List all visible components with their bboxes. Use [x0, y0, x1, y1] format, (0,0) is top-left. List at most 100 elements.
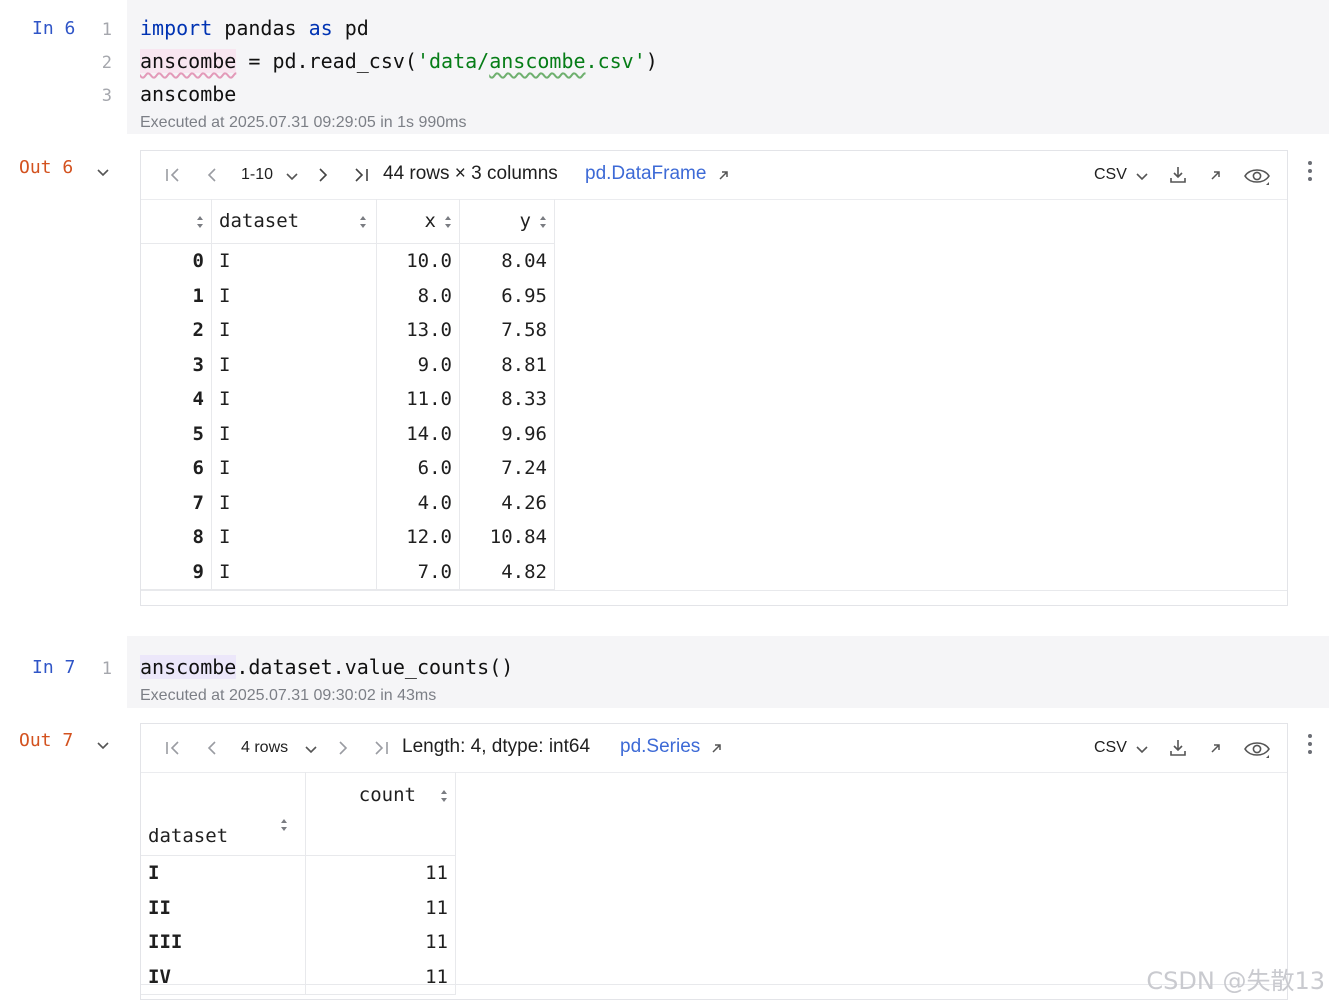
dataframe-output: 1-10 44 rows × 3 columns pd.DataFrame CS… — [140, 150, 1288, 606]
table-row: 2 I 13.0 7.58 — [141, 313, 555, 348]
watermark: CSDN @失散13 — [1146, 967, 1325, 995]
cell-dataset: I — [211, 243, 377, 279]
sort-icon[interactable] — [444, 215, 452, 229]
open-external-icon[interactable] — [1209, 168, 1223, 182]
row-index: 3 — [141, 347, 212, 382]
table-row: II 11 — [141, 890, 456, 925]
prev-page-icon[interactable] — [202, 165, 222, 185]
cell-y: 4.82 — [459, 554, 555, 590]
shape-summary: Length: 4, dtype: int64 — [402, 736, 591, 757]
chevron-down-icon[interactable] — [282, 167, 302, 187]
eye-icon[interactable] — [1243, 164, 1271, 188]
row-index: 4 — [141, 382, 212, 417]
column-header-y[interactable]: y — [459, 199, 555, 244]
column-header-dataset[interactable]: dataset — [211, 199, 377, 244]
row-index: II — [141, 890, 306, 925]
cell-dataset: I — [211, 554, 377, 590]
table-header-row: dataset x y — [141, 199, 555, 244]
cell-x: 4.0 — [376, 485, 460, 520]
collapse-output-chevron-icon[interactable] — [96, 741, 110, 751]
input-prompt: In 6 — [32, 18, 76, 39]
table-row: 8 I 12.0 10.84 — [141, 520, 555, 555]
sort-icon[interactable] — [539, 215, 547, 229]
column-header-label: y — [519, 210, 531, 232]
cell-x: 6.0 — [376, 451, 460, 486]
row-index: 7 — [141, 485, 212, 520]
page-range-select[interactable]: 1-10 — [241, 166, 273, 184]
download-icon[interactable] — [1168, 738, 1188, 758]
chevron-down-icon[interactable] — [1132, 740, 1152, 760]
type-link[interactable]: pd.DataFrame — [585, 163, 706, 185]
first-page-icon[interactable] — [163, 738, 183, 758]
code-line-3[interactable]: anscombe — [140, 82, 236, 106]
table-row: 9 I 7.0 4.82 — [141, 554, 555, 590]
kebab-menu-icon[interactable] — [1308, 161, 1314, 185]
code-line-1[interactable]: import pandas as pd — [140, 16, 369, 40]
collapse-output-chevron-icon[interactable] — [96, 168, 110, 178]
open-external-icon[interactable] — [1209, 741, 1223, 755]
cell-y: 8.33 — [459, 382, 555, 417]
cell-x: 14.0 — [376, 416, 460, 451]
open-external-icon[interactable] — [717, 168, 731, 182]
cell-dataset: I — [211, 520, 377, 555]
index-header[interactable] — [141, 199, 212, 244]
row-index: 1 — [141, 278, 212, 313]
cell-dataset: I — [211, 313, 377, 348]
cell-x: 8.0 — [376, 278, 460, 313]
cell-count: 11 — [305, 925, 456, 960]
column-header-x[interactable]: x — [376, 199, 460, 244]
first-page-icon[interactable] — [163, 165, 183, 185]
sort-icon[interactable] — [280, 818, 288, 832]
row-index: 8 — [141, 520, 212, 555]
eye-icon[interactable] — [1243, 737, 1271, 761]
export-format-select[interactable]: CSV — [1094, 739, 1127, 757]
prev-page-icon[interactable] — [202, 738, 222, 758]
line-number: 1 — [101, 20, 112, 40]
sort-icon[interactable] — [359, 215, 367, 229]
series-output: 4 rows Length: 4, dtype: int64 pd.Series… — [140, 723, 1288, 1000]
cell-y: 10.84 — [459, 520, 555, 555]
code-line-2[interactable]: anscombe = pd.read_csv('data/anscombe.cs… — [140, 49, 658, 73]
index-name: dataset — [148, 825, 229, 847]
table-header-row: dataset count — [141, 772, 456, 856]
code-line-1[interactable]: anscombe.dataset.value_counts() — [140, 655, 513, 679]
sort-icon[interactable] — [440, 789, 448, 803]
row-index: 6 — [141, 451, 212, 486]
last-page-icon[interactable] — [351, 165, 371, 185]
next-page-icon[interactable] — [313, 165, 333, 185]
chevron-down-icon[interactable] — [1132, 167, 1152, 187]
column-header-label: dataset — [219, 210, 300, 232]
column-header-count[interactable]: count — [305, 772, 456, 856]
column-header-label: count — [358, 784, 416, 806]
table-row: 3 I 9.0 8.81 — [141, 347, 555, 382]
kebab-menu-icon[interactable] — [1308, 734, 1314, 758]
string-literal: .csv' — [585, 49, 646, 73]
next-page-icon[interactable] — [333, 738, 353, 758]
sort-icon[interactable] — [196, 215, 204, 229]
row-index: 9 — [141, 554, 212, 590]
download-icon[interactable] — [1168, 165, 1188, 185]
open-external-icon[interactable] — [710, 741, 724, 755]
export-format-select[interactable]: CSV — [1094, 166, 1127, 184]
cell-dataset: I — [211, 485, 377, 520]
chevron-down-icon[interactable] — [301, 740, 321, 760]
row-index: III — [141, 925, 306, 960]
page-range-select[interactable]: 4 rows — [241, 739, 288, 757]
keyword: as — [308, 16, 333, 40]
cell-dataset: I — [211, 416, 377, 451]
table-row: 7 I 4.0 4.26 — [141, 485, 555, 520]
output-prompt: Out 7 — [19, 730, 74, 751]
type-link[interactable]: pd.Series — [620, 736, 700, 758]
horizontal-scrollbar-track[interactable] — [141, 590, 1287, 605]
index-header[interactable]: dataset — [141, 772, 306, 856]
last-page-icon[interactable] — [371, 738, 391, 758]
shape-summary: 44 rows × 3 columns — [383, 163, 558, 184]
dataframe-table: dataset x y 0 I 10.0 8.04 1 I 8.0 6.95 2 I 13.0 7… — [141, 199, 555, 590]
code-text: pd — [332, 16, 369, 40]
cell-dataset: I — [211, 382, 377, 417]
code-text: = pd.read_csv( — [236, 49, 417, 73]
horizontal-scrollbar-track[interactable] — [141, 984, 1287, 999]
cell-y: 8.81 — [459, 347, 555, 382]
cell-y: 7.58 — [459, 313, 555, 348]
string-literal: anscombe — [489, 49, 586, 73]
